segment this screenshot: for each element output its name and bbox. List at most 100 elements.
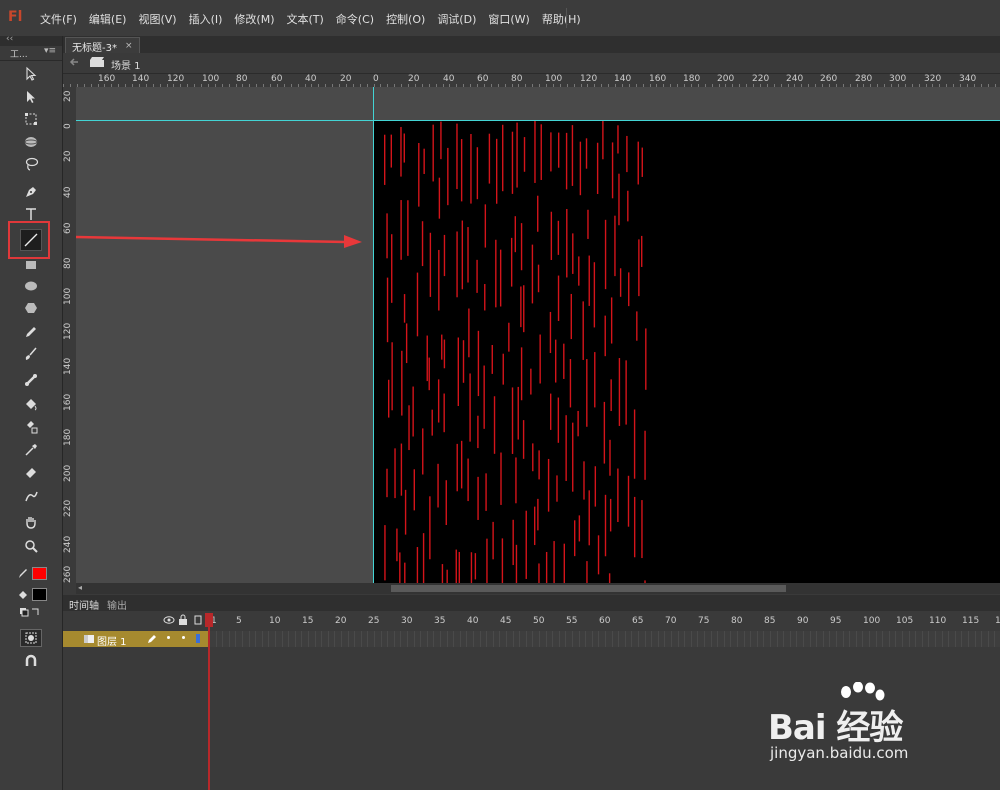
frame-number: 45 — [500, 616, 512, 626]
polystar-icon — [25, 303, 37, 313]
ruler-h-label: 140 — [132, 74, 150, 84]
oval-tool[interactable] — [20, 276, 42, 296]
menu-text[interactable]: 文本(T) — [283, 11, 326, 27]
layer-outline-color[interactable] — [196, 634, 200, 643]
line-tool[interactable] — [20, 229, 42, 251]
frame-number: 75 — [698, 616, 710, 626]
layer-pencil-icon — [147, 634, 157, 647]
timeline-header: 1 5 10 15 20 25 30 35 40 45 50 55 60 65 70 75 80 85 90 95 10… — [63, 611, 1000, 632]
vertical-guide[interactable] — [373, 87, 374, 583]
bone-tool[interactable] — [20, 370, 42, 390]
menu-view[interactable]: 视图(V) — [135, 11, 179, 27]
frame-number: 110 — [929, 616, 947, 626]
paint-bucket-tool[interactable] — [20, 394, 42, 414]
layer-frames[interactable] — [209, 631, 1000, 647]
hand-tool[interactable] — [20, 512, 42, 532]
pencil-tool[interactable] — [20, 322, 42, 342]
menu-control[interactable]: 控制(O) — [383, 11, 428, 27]
horizontal-guide[interactable] — [76, 120, 1000, 121]
scene-bar: 场景 1 — [63, 53, 1000, 74]
frame-ruler[interactable]: 1 5 10 15 20 25 30 35 40 45 50 55 60 65 70 75 80 85 90 95 10… — [209, 611, 1000, 631]
close-icon[interactable]: × — [125, 41, 133, 51]
selection-tool[interactable] — [20, 64, 42, 84]
document-tab[interactable]: 无标题-3* × — [65, 37, 140, 54]
frame-number: 10 — [269, 616, 281, 626]
panel-menu-icon[interactable]: ▾≡ — [44, 46, 56, 56]
frame-number: 5 — [236, 616, 242, 626]
free-transform-tool[interactable] — [20, 109, 42, 129]
lasso-icon — [25, 157, 39, 171]
polystar-tool[interactable] — [20, 298, 42, 318]
deco-tool[interactable] — [20, 486, 42, 506]
menu-edit[interactable]: 编辑(E) — [86, 11, 130, 27]
menu-debug[interactable]: 调试(D) — [434, 11, 479, 27]
horizontal-scrollbar[interactable]: ◂ — [76, 583, 1000, 594]
frame-number: 95 — [830, 616, 842, 626]
ruler-v-label: 200 — [63, 464, 73, 482]
tools-panel-header: ‹‹ — [0, 34, 62, 46]
collapse-icon[interactable]: ‹‹ — [6, 34, 13, 44]
stroke-color-swatch[interactable] — [32, 567, 47, 580]
stage[interactable] — [374, 120, 1000, 583]
frame-number: 70 — [665, 616, 677, 626]
menu-commands[interactable]: 命令(C) — [333, 11, 377, 27]
scroll-left-icon[interactable]: ◂ — [78, 583, 82, 592]
ruler-h-label: 120 — [580, 74, 598, 84]
3d-rotation-tool[interactable] — [20, 132, 42, 152]
menu-file[interactable]: 文件(F) — [37, 11, 80, 27]
lock-icon[interactable] — [178, 614, 188, 629]
ruler-v-label: 260 — [63, 565, 73, 583]
ruler-h-label: 200 — [717, 74, 735, 84]
layer-name[interactable]: 图层 1 — [97, 633, 127, 648]
scene-label: 场景 1 — [111, 61, 141, 72]
ruler-h-label: 280 — [855, 74, 873, 84]
swap-colors-icon[interactable] — [20, 606, 42, 621]
zoom-tool[interactable] — [20, 536, 42, 556]
eye-icon[interactable] — [163, 615, 175, 628]
tools-panel-title: 工... — [10, 50, 28, 60]
frame-number: 40 — [467, 616, 479, 626]
subselection-tool[interactable] — [20, 87, 42, 107]
menu-insert[interactable]: 插入(I) — [186, 11, 226, 27]
layer-visible-dot[interactable] — [167, 636, 170, 639]
outline-icon[interactable] — [194, 615, 202, 628]
rectangle-icon — [26, 261, 36, 269]
back-arrow-icon[interactable] — [68, 56, 80, 71]
tab-output[interactable]: 输出 — [107, 597, 127, 612]
object-drawing-button[interactable] — [20, 629, 42, 647]
ruler-h-label: 60 — [271, 74, 283, 84]
lasso-tool[interactable] — [20, 154, 42, 174]
layer-icon — [83, 634, 95, 647]
ruler-h-label: 320 — [924, 74, 942, 84]
oval-icon — [25, 281, 37, 291]
layer-row[interactable]: 图层 1 — [63, 631, 209, 648]
paint-bucket-icon — [26, 399, 37, 411]
menu-window[interactable]: 窗口(W) — [485, 11, 532, 27]
ruler-h-label: 20 — [340, 74, 352, 84]
eyedropper-tool[interactable] — [20, 440, 42, 460]
fill-color-swatch[interactable] — [32, 588, 47, 601]
eraser-tool[interactable] — [20, 462, 42, 482]
menu-help[interactable]: 帮助(H) — [539, 11, 584, 27]
ink-bottle-tool[interactable] — [20, 417, 42, 437]
ruler-v-label: 120 — [63, 322, 73, 340]
playhead[interactable] — [208, 614, 210, 790]
menu-modify[interactable]: 修改(M) — [231, 11, 277, 27]
pen-tool[interactable] — [20, 182, 42, 202]
rain-lines-drawing — [383, 120, 647, 583]
pasteboard[interactable] — [76, 87, 1000, 583]
ruler-v-label: 60 — [63, 222, 73, 234]
tab-timeline[interactable]: 时间轴 — [69, 597, 99, 612]
ruler-v-label: 20 — [63, 90, 73, 102]
document-tab-label: 无标题-3* — [72, 42, 117, 54]
rectangle-tool[interactable] — [20, 255, 42, 275]
pencil-icon — [26, 327, 36, 337]
scrollbar-thumb[interactable] — [391, 585, 786, 592]
brush-tool[interactable] — [20, 344, 42, 364]
layer-lock-dot[interactable] — [182, 636, 185, 639]
frame-number: 12 — [995, 616, 1000, 626]
horizontal-ruler: 20 160 140 120 100 80 60 40 200 20 40 60 80 100 120 140… — [63, 74, 1000, 88]
frame-number: 20 — [335, 616, 347, 626]
ruler-h-label: 340 — [959, 74, 977, 84]
snap-magnet-icon[interactable] — [24, 654, 38, 671]
